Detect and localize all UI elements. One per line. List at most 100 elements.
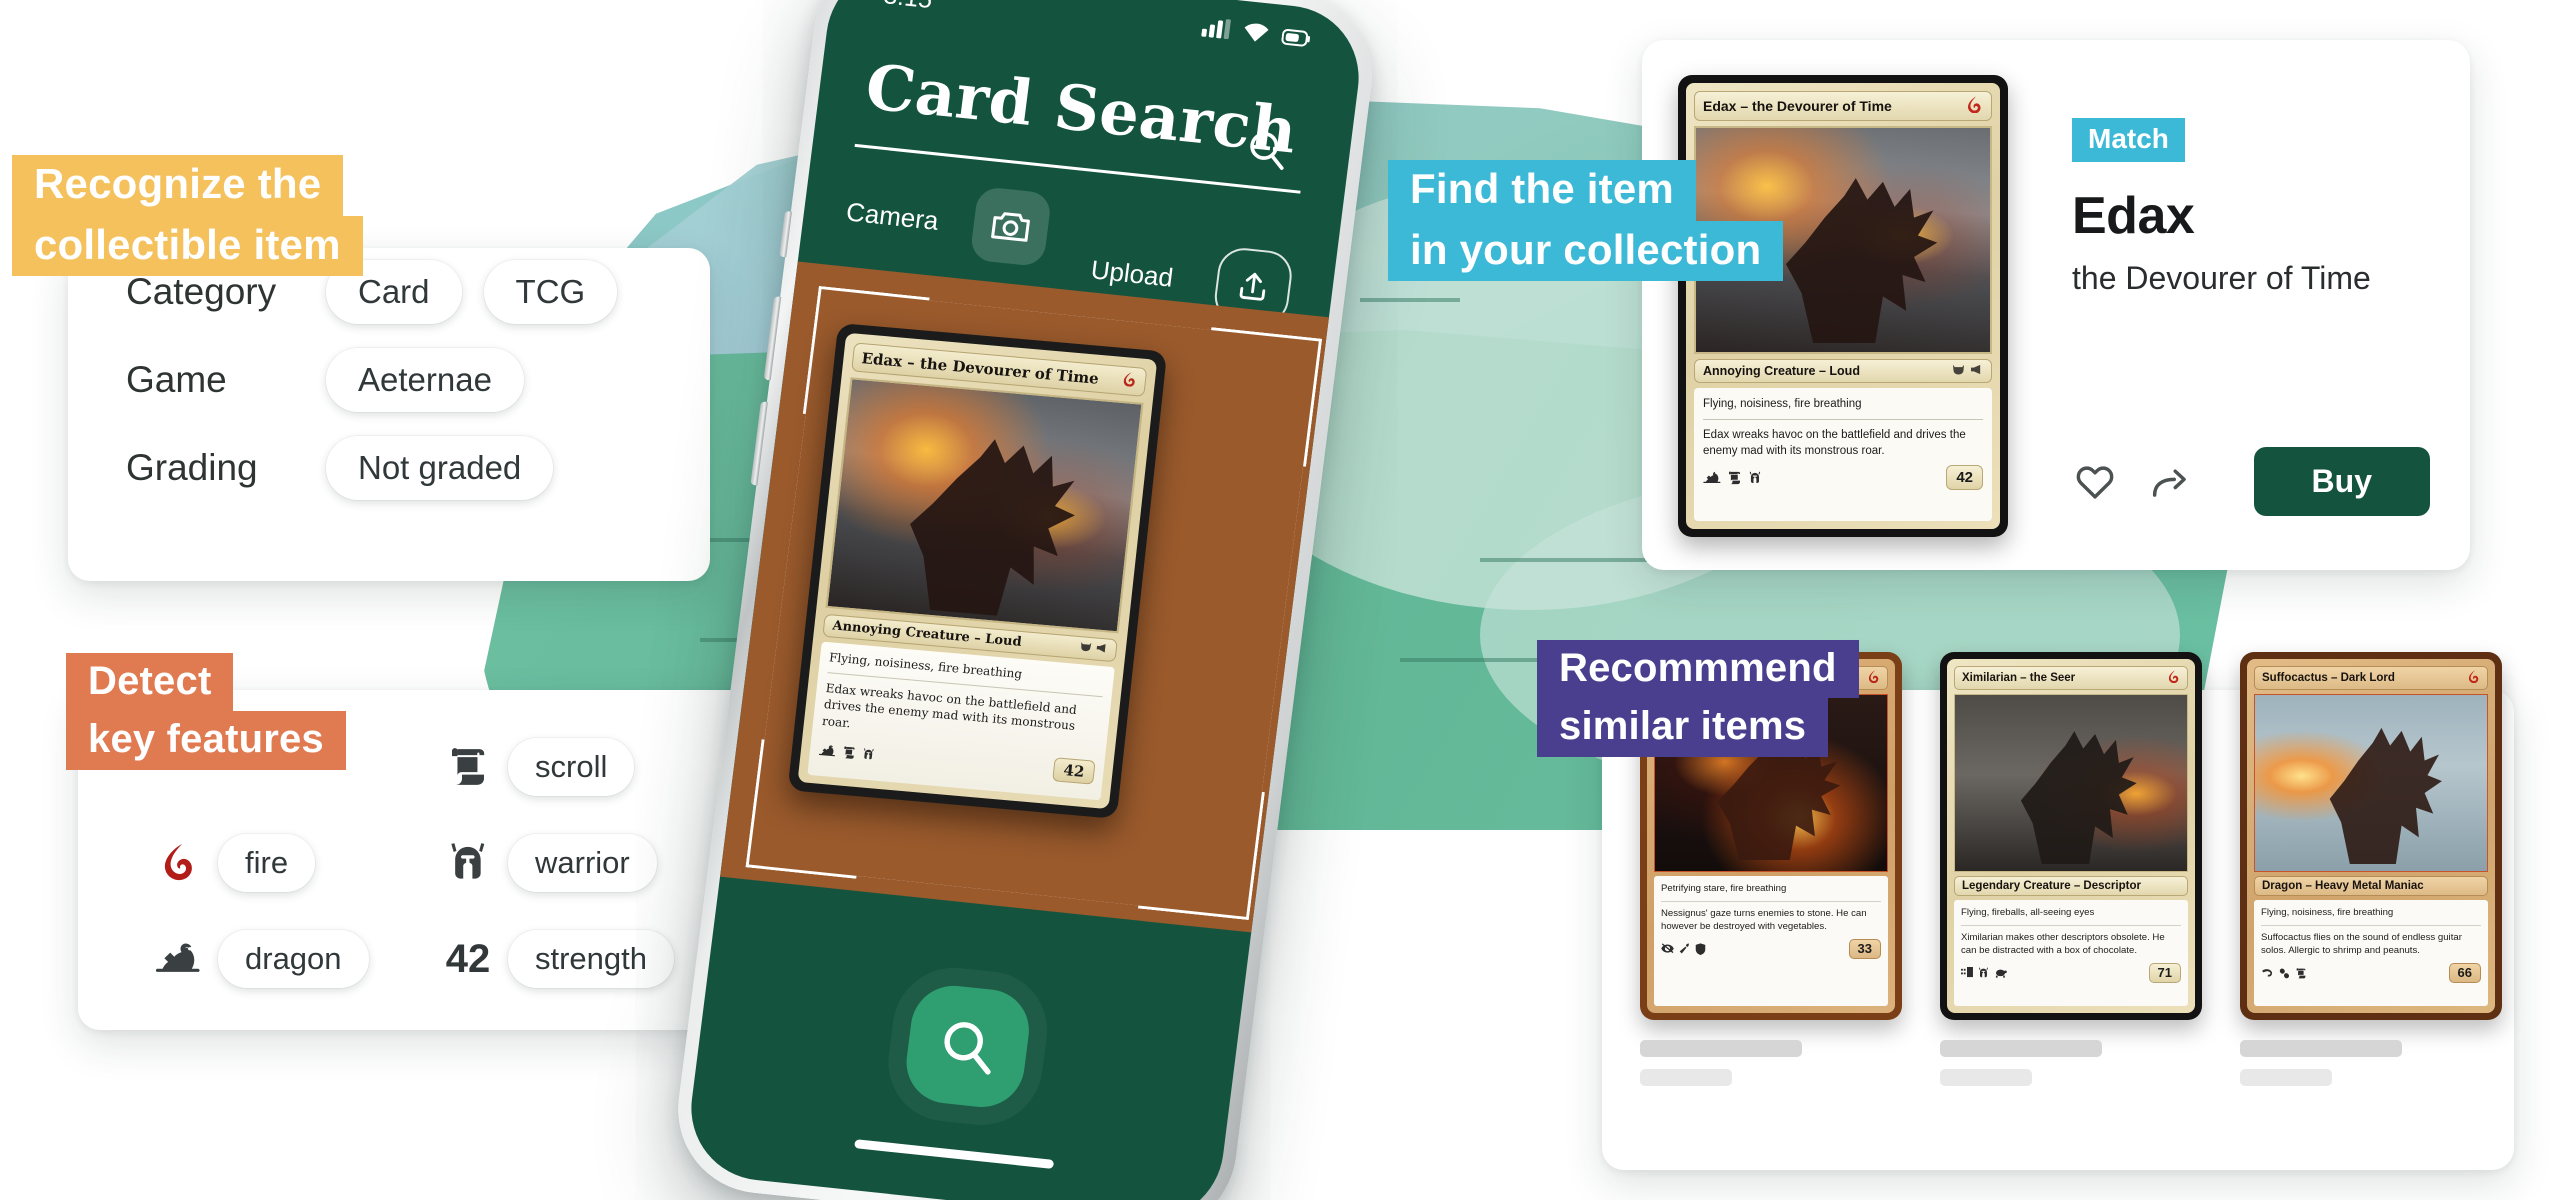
share-icon[interactable] <box>2148 459 2194 505</box>
status-time: 3:15 <box>882 0 934 15</box>
peanut-icon <box>2279 968 2290 984</box>
match-card[interactable]: Edax – the Devourer of Time Annoying Cre… <box>1678 75 2008 537</box>
attribute-row-game: Game Aeternae <box>68 336 710 424</box>
ribbon-detect: Detect key features <box>66 653 346 770</box>
ribbon-recognize: Recognize the collectible item <box>12 155 363 277</box>
monster-face-icon <box>1079 640 1093 656</box>
recommendation-card-3-type: Dragon – Heavy Metal Maniac <box>2262 880 2424 892</box>
recommendation-card-1-power: 33 <box>1848 938 1881 960</box>
recommendation-card-3-abilities: Flying, noisiness, fire breathing <box>2261 907 2394 918</box>
feature-pill-strength[interactable]: strength <box>508 930 675 988</box>
match-actions: Buy <box>2072 447 2430 516</box>
wifi-icon <box>1241 19 1270 50</box>
dragon-icon <box>1703 471 1721 490</box>
recommendation-card-2[interactable]: Ximilarian – the Seer Legendary Creature… <box>1940 652 2202 1020</box>
feature-number-42: 42 <box>445 936 491 981</box>
recommendation-card-2-type: Legendary Creature – Descriptor <box>1962 880 2141 892</box>
helmet-icon <box>1978 967 1989 984</box>
attribute-label-category: Category <box>126 271 277 312</box>
recommendation-card-3-title: Suffocactus – Dark Lord <box>2262 672 2395 684</box>
turtle-icon <box>1994 968 2007 983</box>
search-fab-button[interactable] <box>901 981 1034 1112</box>
heart-icon[interactable] <box>2072 459 2118 505</box>
ribbon-find-line2: in your collection <box>1388 220 1784 282</box>
recommendation-skeleton-3 <box>2240 1020 2502 1086</box>
ribbon-recognize-line2: collectible item <box>12 215 363 277</box>
status-bar: 3:15 <box>830 0 1365 60</box>
recommendation-card-2-flavor: Ximilarian makes other descriptors obsol… <box>1961 931 2165 957</box>
match-card-power: 42 <box>1946 465 1983 491</box>
recommendation-item-2: Ximilarian – the Seer Legendary Creature… <box>1940 652 2202 1086</box>
fire-mana-icon <box>1123 371 1138 391</box>
recommendation-card-1-flavor: Nessignus' gaze turns enemies to stone. … <box>1661 907 1867 933</box>
ribbon-detect-line2: key features <box>66 711 346 770</box>
match-card-abilities: Flying, noisiness, fire breathing <box>1703 398 1862 410</box>
match-detail: Match Edax the Devourer of Time Buy <box>2072 118 2430 530</box>
recommendation-card-2-art <box>1954 694 2188 872</box>
megaphone-icon <box>1095 642 1109 658</box>
buy-button[interactable]: Buy <box>2253 447 2430 516</box>
ribbon-recommend-line1: Recommmend <box>1537 640 1859 699</box>
fire-icon <box>138 820 218 906</box>
feature-pill-dragon[interactable]: dragon <box>218 930 369 988</box>
carrot-icon <box>1679 943 1690 959</box>
recognize-panel: Category Card TCG Game Aeternae Grading … <box>68 248 710 581</box>
scanned-card: Edax – the Devourer of Time Annoying Cre… <box>787 322 1168 819</box>
search-icon[interactable] <box>1242 126 1292 179</box>
dragon-icon <box>818 744 837 763</box>
recommendation-card-2-title: Ximilarian – the Seer <box>1962 672 2076 684</box>
feature-pill-warrior[interactable]: warrior <box>508 834 657 892</box>
match-card-title: Edax – the Devourer of Time <box>1703 98 1892 114</box>
feature-pill-scroll[interactable]: scroll <box>508 738 635 796</box>
shield-icon <box>1695 943 1706 960</box>
attribute-value-tcg[interactable]: TCG <box>483 260 618 324</box>
match-subtitle: the Devourer of Time <box>2072 260 2371 296</box>
match-card-flavor: Edax wreaks havoc on the battlefield and… <box>1703 429 1966 458</box>
recommendation-card-3-flavor: Suffocactus flies on the sound of endles… <box>2261 931 2462 957</box>
fire-mana-icon <box>2168 670 2180 686</box>
home-indicator <box>854 1139 1055 1169</box>
monster-face-icon <box>1952 364 1965 378</box>
fire-mana-icon <box>1968 96 1983 116</box>
scroll-icon <box>2295 967 2307 984</box>
ribbon-recommend-line2: similar items <box>1537 698 1829 757</box>
recommendation-card-2-abilities: Flying, fireballs, all-seeing eyes <box>1961 907 2095 918</box>
ribbon-find: Find the item in your collection <box>1388 160 1784 282</box>
match-card-type: Annoying Creature – Loud <box>1703 364 1860 378</box>
attribute-value-aeternae[interactable]: Aeternae <box>326 348 524 412</box>
eye-off-icon <box>1661 943 1674 959</box>
shrimp-icon <box>2261 968 2274 983</box>
recommendation-card-1-abilities: Petrifying stare, fire breathing <box>1661 883 1787 894</box>
signal-icon <box>1200 15 1231 47</box>
upload-label: Upload <box>1089 254 1175 293</box>
app-title: Card Search <box>861 50 1302 168</box>
camera-viewfinder: Edax – the Devourer of Time Annoying Cre… <box>720 261 1349 935</box>
recommendation-card-3[interactable]: Suffocactus – Dark Lord Dragon – Heavy M… <box>2240 652 2502 1020</box>
megaphone-icon <box>1970 364 1983 378</box>
ribbon-recognize-line1: Recognize the <box>12 155 344 216</box>
feature-pill-fire[interactable]: fire <box>218 834 316 892</box>
helmet-icon <box>428 820 508 906</box>
fire-mana-icon <box>1868 670 1880 686</box>
recommendation-card-3-art <box>2254 694 2488 872</box>
fire-mana-icon <box>2468 670 2480 686</box>
ribbon-find-line1: Find the item <box>1388 160 1696 221</box>
dragon-icon <box>138 916 218 1002</box>
scroll-icon <box>841 746 857 764</box>
camera-button[interactable] <box>969 186 1053 268</box>
recommendation-skeleton-1 <box>1640 1020 1902 1086</box>
grid-icon <box>1961 967 1973 983</box>
status-badge: Match <box>2072 118 2185 162</box>
scanned-card-art <box>825 377 1144 634</box>
camera-label: Camera <box>844 196 941 236</box>
recommendation-skeleton-2 <box>1940 1020 2202 1086</box>
attribute-value-not-graded[interactable]: Not graded <box>326 436 554 500</box>
scroll-icon <box>428 724 508 810</box>
attribute-label-grading: Grading <box>126 447 258 488</box>
collection-panel: Edax – the Devourer of Time Annoying Cre… <box>1642 40 2470 570</box>
recommendation-card-2-power: 71 <box>2148 962 2181 984</box>
page-title: Edax <box>2072 187 2195 245</box>
helmet-icon <box>861 747 876 765</box>
ribbon-detect-line1: Detect <box>66 653 234 712</box>
recommendation-card-3-power: 66 <box>2448 962 2481 984</box>
